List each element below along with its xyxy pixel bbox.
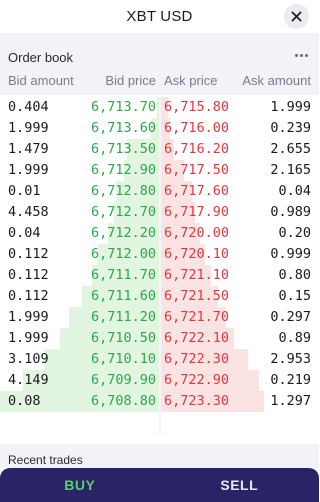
bid-amount-cell: 0.08 [8, 393, 41, 409]
ask-amount-cell: 0.297 [270, 309, 311, 325]
bid-price-cell: 6,713.60 [90, 120, 156, 136]
bid-price-cell: 6,711.60 [90, 288, 156, 304]
ask-price-cell: 6,715.80 [164, 99, 230, 115]
ask-amount-cell: 0.04 [278, 183, 311, 199]
ask-amount-cell: 0.999 [270, 246, 311, 262]
bid-amount-cell: 0.112 [8, 246, 49, 262]
ask-amount-cell: 0.239 [270, 120, 311, 136]
bid-amount-cell: 1.999 [8, 330, 49, 346]
ask-amount-cell: 0.89 [278, 330, 311, 346]
ask-price-cell: 6,717.50 [164, 162, 230, 178]
book-center-divider [159, 97, 161, 436]
ask-price-cell: 6,721.50 [164, 288, 230, 304]
bid-price-cell: 6,712.00 [90, 246, 156, 262]
bid-amount-cell: 1.479 [8, 141, 49, 157]
ask-price-cell: 6,721.10 [164, 267, 230, 283]
bid-amount-cell: 1.999 [8, 120, 49, 136]
bid-amount-cell: 0.04 [8, 225, 41, 241]
bid-price-cell: 6,710.10 [90, 351, 156, 367]
bid-amount-cell: 4.458 [8, 204, 49, 220]
ask-price-cell: 6,717.60 [164, 183, 230, 199]
ask-amount-cell: 2.165 [270, 162, 311, 178]
ask-price-cell: 6,722.10 [164, 330, 230, 346]
ask-amount-cell: 0.989 [270, 204, 311, 220]
ask-price-cell: 6,721.70 [164, 309, 230, 325]
top-bar: XBT USD [0, 0, 319, 33]
bid-price-cell: 6,711.20 [90, 309, 156, 325]
column-header-ask-price: Ask price [164, 73, 218, 88]
bid-price-cell: 6,712.70 [90, 204, 156, 220]
bid-price-cell: 6,711.70 [90, 267, 156, 283]
bid-amount-cell: 0.112 [8, 288, 49, 304]
bid-amount-cell: 0.01 [8, 183, 41, 199]
recent-trades-header: Recent trades [0, 444, 319, 468]
buy-button[interactable]: BUY [0, 468, 160, 502]
more-horizontal-icon [294, 53, 298, 57]
bid-price-cell: 6,712.80 [90, 183, 156, 199]
ask-amount-cell: 1.297 [270, 393, 311, 409]
close-icon [291, 11, 302, 22]
ask-amount-cell: 0.20 [278, 225, 311, 241]
sell-button[interactable]: SELL [160, 468, 320, 502]
ask-price-cell: 6,720.10 [164, 246, 230, 262]
ask-amount-cell: 1.999 [270, 99, 311, 115]
order-book-header: Order book Bid amount Bid price Ask pric… [0, 33, 319, 95]
bid-price-cell: 6,713.50 [90, 141, 156, 157]
ask-price-cell: 6,722.90 [164, 372, 230, 388]
ask-price-cell: 6,722.30 [164, 351, 230, 367]
ask-price-cell: 6,723.30 [164, 393, 230, 409]
more-horizontal-icon [304, 53, 308, 57]
bid-price-cell: 6,709.90 [90, 372, 156, 388]
recent-trades-label: Recent trades [8, 453, 83, 467]
ask-price-cell: 6,720.00 [164, 225, 230, 241]
bid-amount-cell: 4.149 [8, 372, 49, 388]
bid-amount-cell: 3.109 [8, 351, 49, 367]
ask-amount-cell: 2.953 [270, 351, 311, 367]
more-horizontal-icon [299, 53, 303, 57]
ask-price-cell: 6,717.90 [164, 204, 230, 220]
column-header-bid-price: Bid price [105, 73, 156, 88]
ask-amount-cell: 0.15 [278, 288, 311, 304]
trade-action-bar: BUY SELL [0, 468, 319, 502]
bid-amount-cell: 1.999 [8, 309, 49, 325]
bid-price-cell: 6,712.20 [90, 225, 156, 241]
column-header-ask-amount: Ask amount [242, 73, 311, 88]
bid-amount-cell: 1.999 [8, 162, 49, 178]
bid-price-cell: 6,710.50 [90, 330, 156, 346]
market-title: XBT USD [126, 8, 193, 25]
bid-amount-cell: 0.112 [8, 267, 49, 283]
close-button[interactable] [284, 4, 309, 29]
ask-amount-cell: 0.219 [270, 372, 311, 388]
bid-price-cell: 6,713.70 [90, 99, 156, 115]
column-header-bid-amount: Bid amount [8, 73, 74, 88]
bid-amount-cell: 0.404 [8, 99, 49, 115]
ask-price-cell: 6,716.00 [164, 120, 230, 136]
bid-price-cell: 6,712.90 [90, 162, 156, 178]
order-book-label: Order book [8, 50, 74, 65]
bid-price-cell: 6,708.80 [90, 393, 156, 409]
more-options-button[interactable] [293, 47, 309, 63]
ask-amount-cell: 0.80 [278, 267, 311, 283]
ask-amount-cell: 2.655 [270, 141, 311, 157]
ask-price-cell: 6,716.20 [164, 141, 230, 157]
